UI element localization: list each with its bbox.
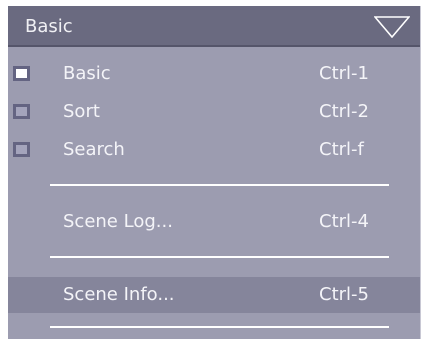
- menu-item-label: Scene Log...: [63, 211, 173, 232]
- menu-item-shortcut: Ctrl-5: [319, 284, 369, 305]
- dropdown-selected-label: Basic: [25, 16, 73, 37]
- menu-separator: [50, 184, 389, 186]
- menu-separator: [50, 256, 389, 258]
- menu-item-label: Search: [63, 139, 125, 160]
- view-dropdown-menu: Basic Basic Ctrl-1 Sort Ctrl-2 Search Ct…: [8, 6, 421, 339]
- menu-item-shortcut: Ctrl-1: [319, 63, 369, 84]
- window-icon: [13, 66, 30, 81]
- menu-item-label: Sort: [63, 101, 100, 122]
- menu-item-scene-info[interactable]: Scene Info... Ctrl-5: [8, 277, 420, 313]
- window-icon: [13, 104, 30, 119]
- menu-separator: [50, 326, 389, 328]
- menu-item-label: Basic: [63, 63, 111, 84]
- menu-item-label: Scene Info...: [63, 284, 175, 305]
- menu-item-search[interactable]: Search Ctrl-f: [8, 132, 420, 168]
- menu-item-shortcut: Ctrl-2: [319, 101, 369, 122]
- menu-item-shortcut: Ctrl-4: [319, 211, 369, 232]
- menu-item-scene-log[interactable]: Scene Log... Ctrl-4: [8, 204, 420, 240]
- menu-item-sort[interactable]: Sort Ctrl-2: [8, 94, 420, 130]
- menu-item-basic[interactable]: Basic Ctrl-1: [8, 56, 420, 92]
- window-icon: [13, 142, 30, 157]
- dropdown-header[interactable]: Basic: [8, 6, 420, 47]
- triangle-down-icon[interactable]: [374, 16, 410, 38]
- menu-item-shortcut: Ctrl-f: [319, 139, 364, 160]
